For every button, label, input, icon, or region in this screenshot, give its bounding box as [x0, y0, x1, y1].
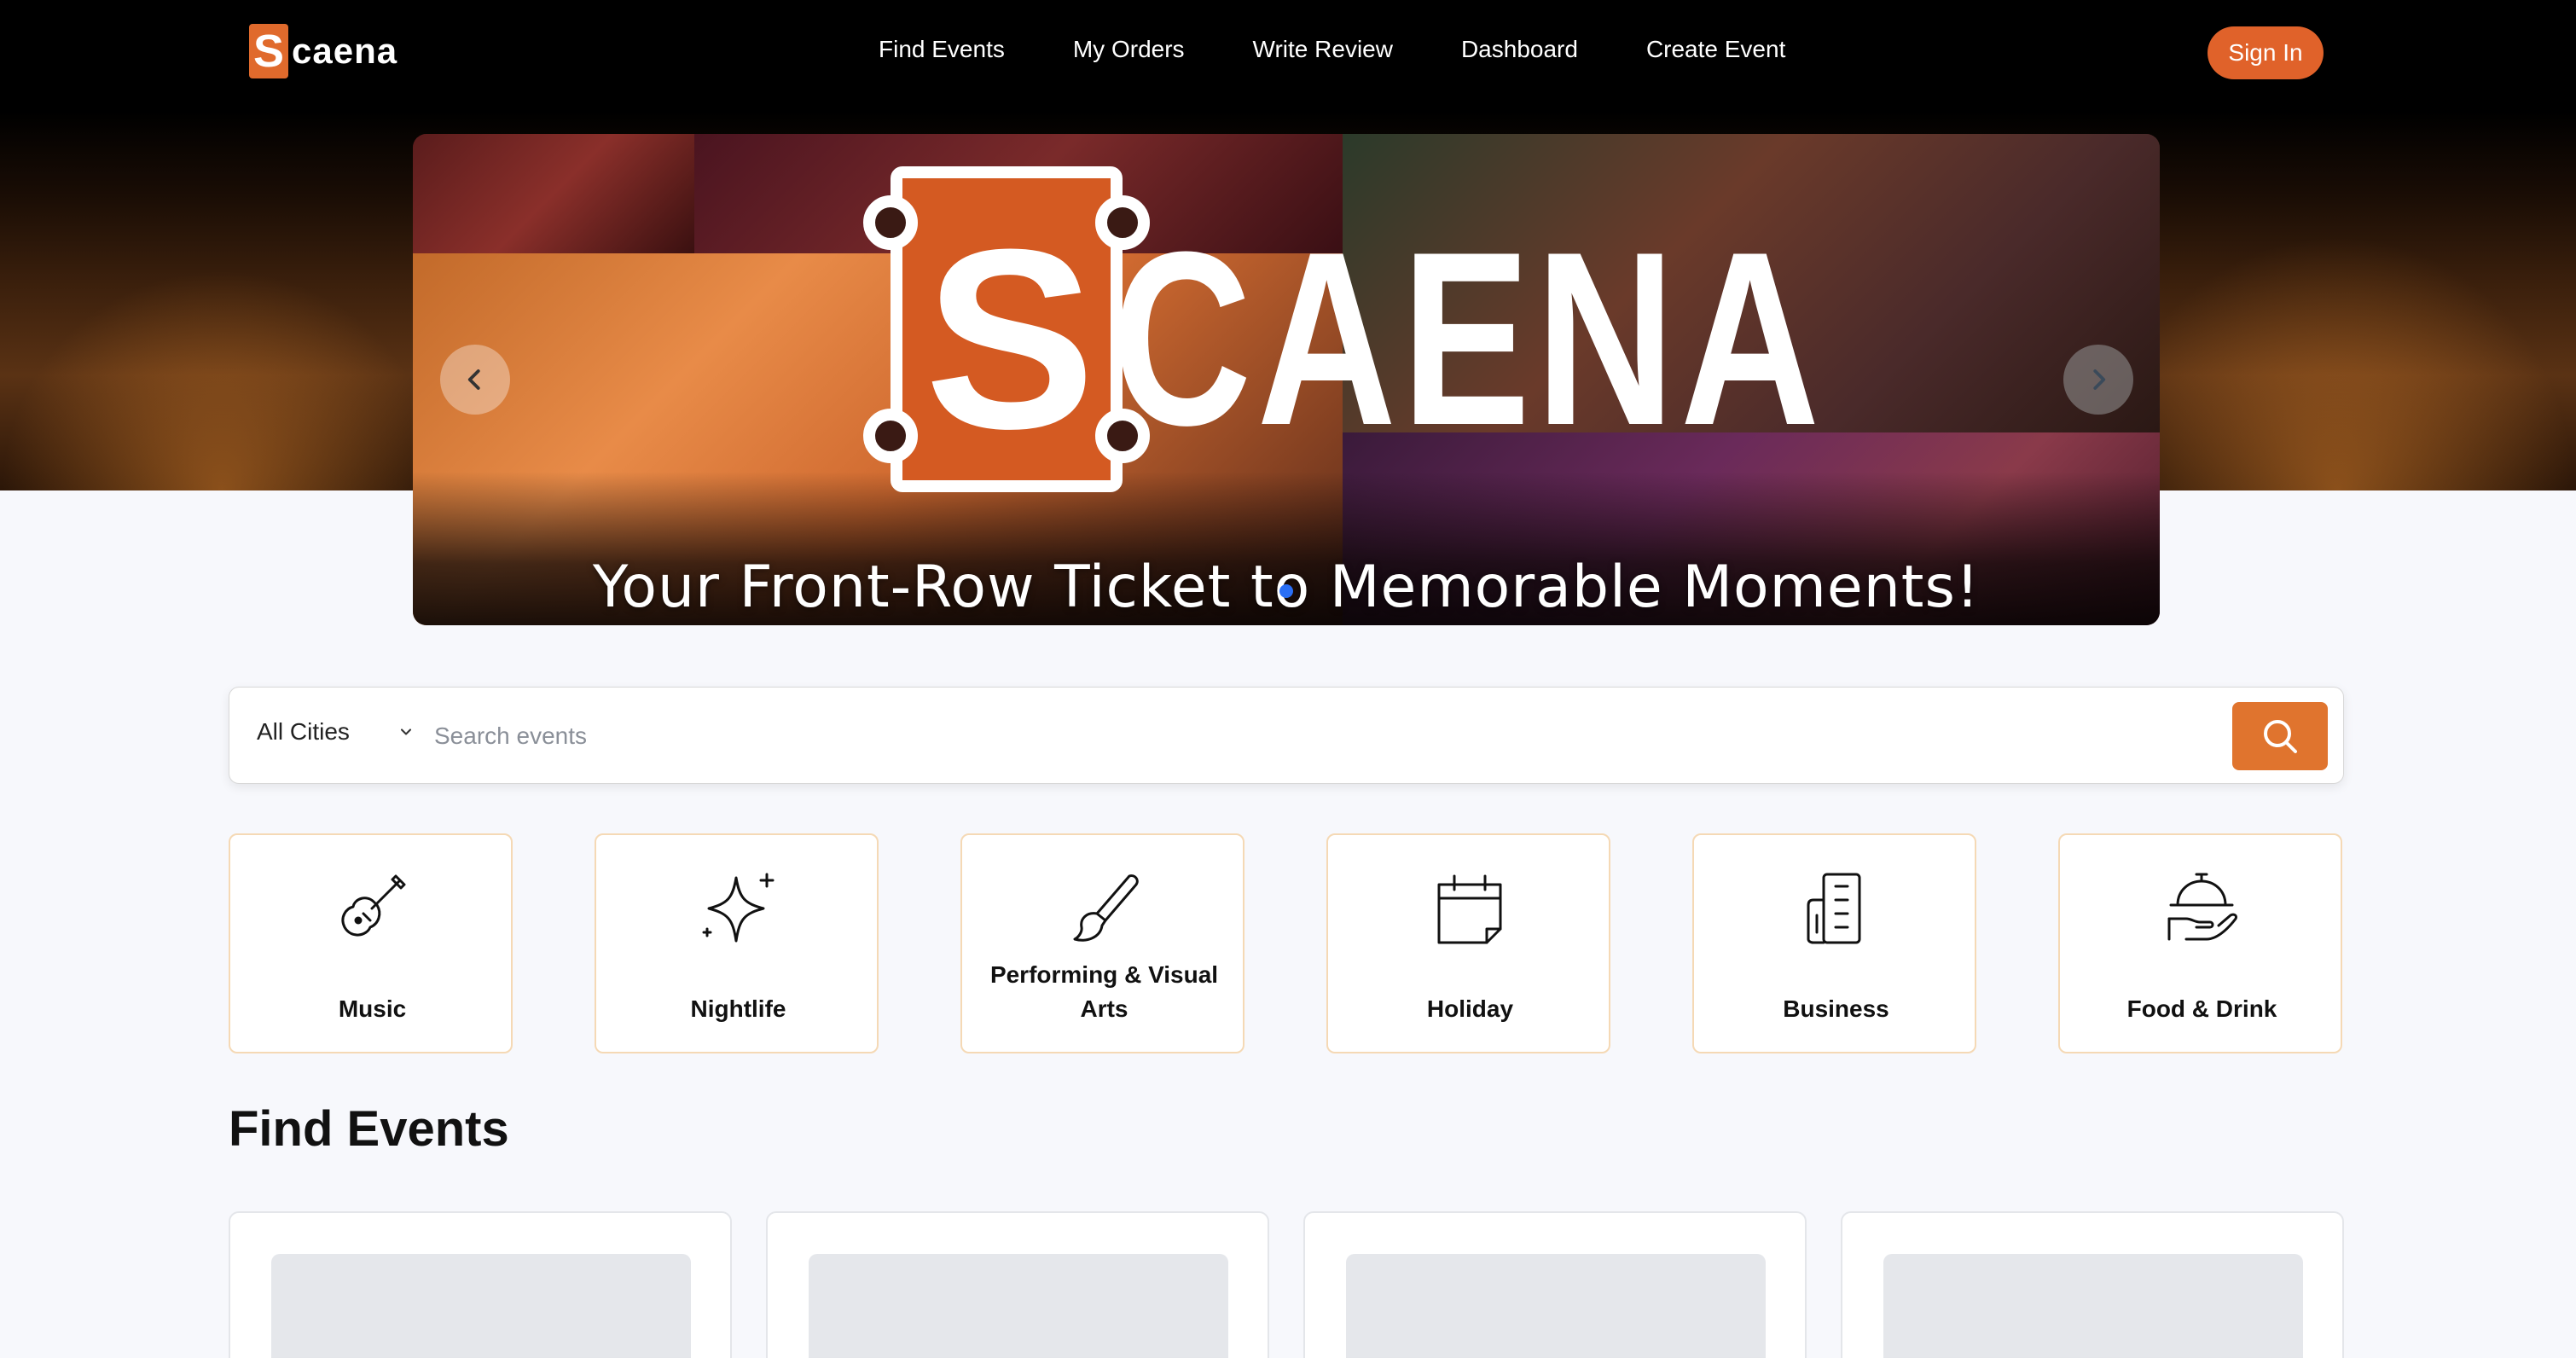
category-label: Performing & Visual Arts	[989, 961, 1219, 1022]
carousel-photo	[413, 134, 694, 253]
event-search-bar: All Cities	[229, 687, 2344, 784]
category-label: Business	[1783, 995, 1889, 1022]
category-label: Food & Drink	[2126, 995, 2277, 1022]
building-icon	[1807, 873, 1861, 944]
event-image-placeholder	[1883, 1254, 2303, 1358]
serving-dish-icon	[2167, 873, 2237, 941]
nav-my-orders[interactable]: My Orders	[1073, 36, 1185, 63]
brand-letter: S	[925, 195, 1096, 482]
brand-wordmark: CAENA	[1112, 200, 1825, 477]
city-select-value: All Cities	[257, 718, 350, 745]
sign-in-button[interactable]: Sign In	[2208, 26, 2324, 79]
category-business[interactable]: Business	[1692, 833, 1976, 1053]
logo-ticket-icon: S	[249, 24, 288, 78]
carousel-indicator-dot[interactable]	[1279, 584, 1293, 598]
category-nightlife[interactable]: Nightlife	[595, 833, 879, 1053]
search-input[interactable]	[434, 710, 2004, 763]
calendar-icon	[1437, 874, 1502, 944]
chevron-left-icon	[467, 369, 480, 390]
carousel-prev-button[interactable]	[440, 345, 510, 415]
chevron-right-icon	[2093, 369, 2106, 390]
guitar-icon	[341, 874, 406, 937]
nav-create-event[interactable]: Create Event	[1646, 36, 1785, 63]
nav-dashboard[interactable]: Dashboard	[1461, 36, 1578, 63]
nav-write-review[interactable]: Write Review	[1253, 36, 1393, 63]
paintbrush-icon	[1073, 874, 1139, 942]
logo-text: caena	[292, 31, 398, 71]
category-label: Holiday	[1426, 995, 1514, 1022]
category-performing-visual-arts[interactable]: Performing & Visual Arts	[960, 833, 1244, 1053]
crowd-glow-right	[2098, 235, 2576, 490]
event-card-skeleton[interactable]	[229, 1211, 732, 1358]
event-image-placeholder	[809, 1254, 1228, 1358]
hero-carousel: S CAENA Your Front-Row Ticket to Memorab…	[413, 134, 2160, 625]
event-image-placeholder	[271, 1254, 691, 1358]
category-label: Nightlife	[690, 995, 786, 1022]
carousel-next-button[interactable]	[2063, 345, 2133, 415]
category-holiday[interactable]: Holiday	[1326, 833, 1610, 1053]
event-card-skeleton[interactable]	[766, 1211, 1269, 1358]
search-icon	[2264, 720, 2297, 753]
category-food-drink[interactable]: Food & Drink	[2058, 833, 2342, 1053]
category-grid: Music Nightlife Performing & Visual Arts…	[229, 833, 2344, 1053]
category-label: Music	[338, 995, 407, 1022]
site-logo[interactable]: S caena	[249, 24, 397, 78]
city-select[interactable]: All Cities	[257, 718, 415, 746]
top-navbar: S caena Find Events My Orders Write Revi…	[0, 0, 2576, 106]
event-card-skeleton[interactable]	[1303, 1211, 1807, 1358]
nav-find-events[interactable]: Find Events	[879, 36, 1005, 63]
event-image-placeholder	[1346, 1254, 1766, 1358]
category-music[interactable]: Music	[229, 833, 513, 1053]
chevron-down-icon	[400, 728, 411, 735]
search-button[interactable]	[2232, 702, 2328, 770]
sparkle-icon	[702, 873, 775, 943]
find-events-heading: Find Events	[229, 1101, 509, 1157]
nav-links: Find Events My Orders Write Review Dashb…	[879, 36, 1854, 63]
event-card-skeleton[interactable]	[1841, 1211, 2344, 1358]
crowd-glow-left	[0, 269, 444, 490]
